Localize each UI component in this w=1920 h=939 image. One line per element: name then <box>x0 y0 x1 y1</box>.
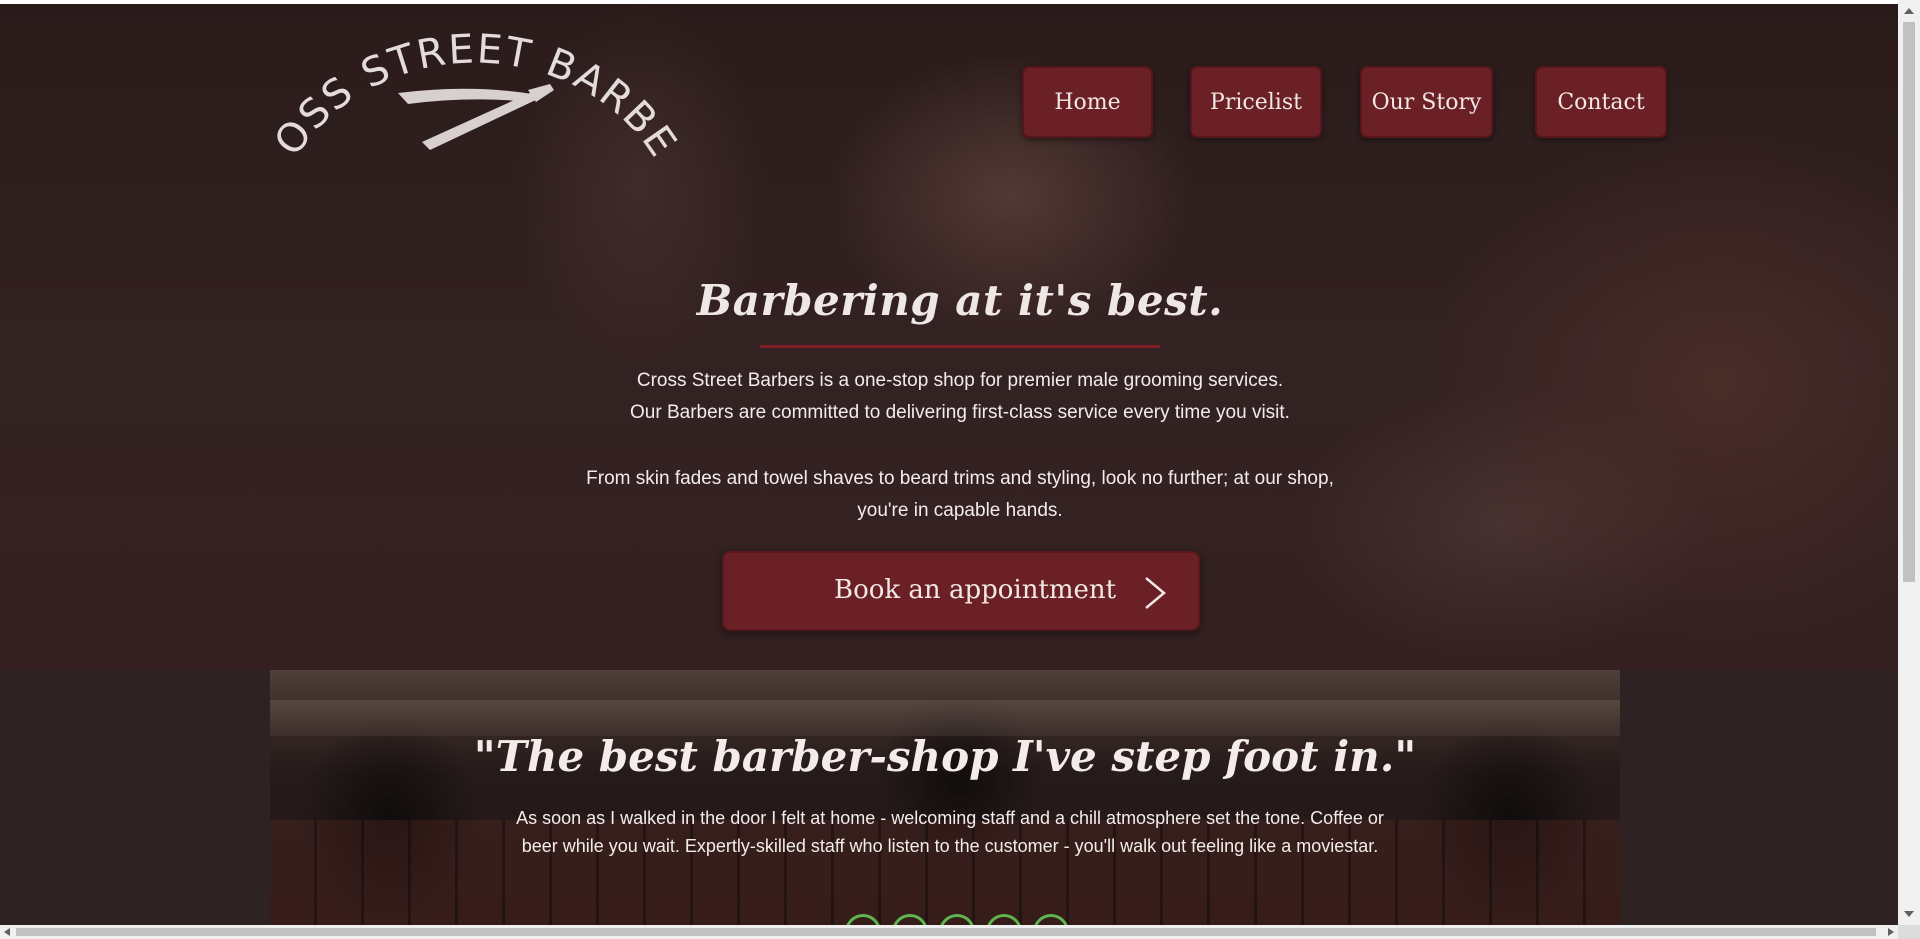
chevron-right-icon <box>1145 577 1166 609</box>
straight-razor-icon <box>398 84 554 150</box>
scroll-left-arrow-icon[interactable] <box>4 928 10 936</box>
testimonial-section: "The best barber-shop I've step foot in.… <box>270 670 1620 925</box>
nav-contact-button[interactable]: Contact <box>1535 66 1667 138</box>
hero-intro-line-1: Cross Street Barbers is a one-stop shop … <box>636 370 1284 391</box>
hero-intro-line-2: Our Barbers are committed to delivering … <box>630 402 1290 423</box>
testimonial-quote: "The best barber-shop I've step foot in.… <box>473 732 1417 781</box>
hero-services-text: From skin fades and towel shaves to bear… <box>586 468 1334 521</box>
horizontal-scrollbar[interactable] <box>0 925 1898 939</box>
book-appointment-button[interactable]: Book an appointment <box>722 551 1200 631</box>
testimonial-overlay <box>270 670 1620 925</box>
logo-graphic: CROSS STREET BARBERS <box>255 0 684 166</box>
horizontal-scroll-thumb[interactable] <box>16 928 1876 936</box>
nav-home-button[interactable]: Home <box>1022 66 1153 138</box>
nav-our-story-button[interactable]: Our Story <box>1360 66 1493 138</box>
vertical-scroll-thumb[interactable] <box>1903 22 1915 582</box>
scroll-up-arrow-icon[interactable] <box>1904 8 1914 14</box>
scroll-down-arrow-icon[interactable] <box>1904 911 1914 917</box>
scrollbar-corner <box>1898 925 1920 939</box>
hero-title: Barbering at it's best. <box>696 276 1224 325</box>
page: CROSS STREET BARBERS Home Pricelist Our … <box>0 0 1898 925</box>
testimonial-text: As soon as I walked in the door I felt a… <box>516 808 1384 856</box>
scroll-right-arrow-icon[interactable] <box>1888 928 1894 936</box>
hero-title-underline <box>760 345 1160 348</box>
nav-pricelist-button[interactable]: Pricelist <box>1190 66 1322 138</box>
vertical-scrollbar[interactable] <box>1898 0 1920 925</box>
logo[interactable]: CROSS STREET BARBERS <box>255 0 684 188</box>
book-appointment-label: Book an appointment <box>834 575 1117 605</box>
